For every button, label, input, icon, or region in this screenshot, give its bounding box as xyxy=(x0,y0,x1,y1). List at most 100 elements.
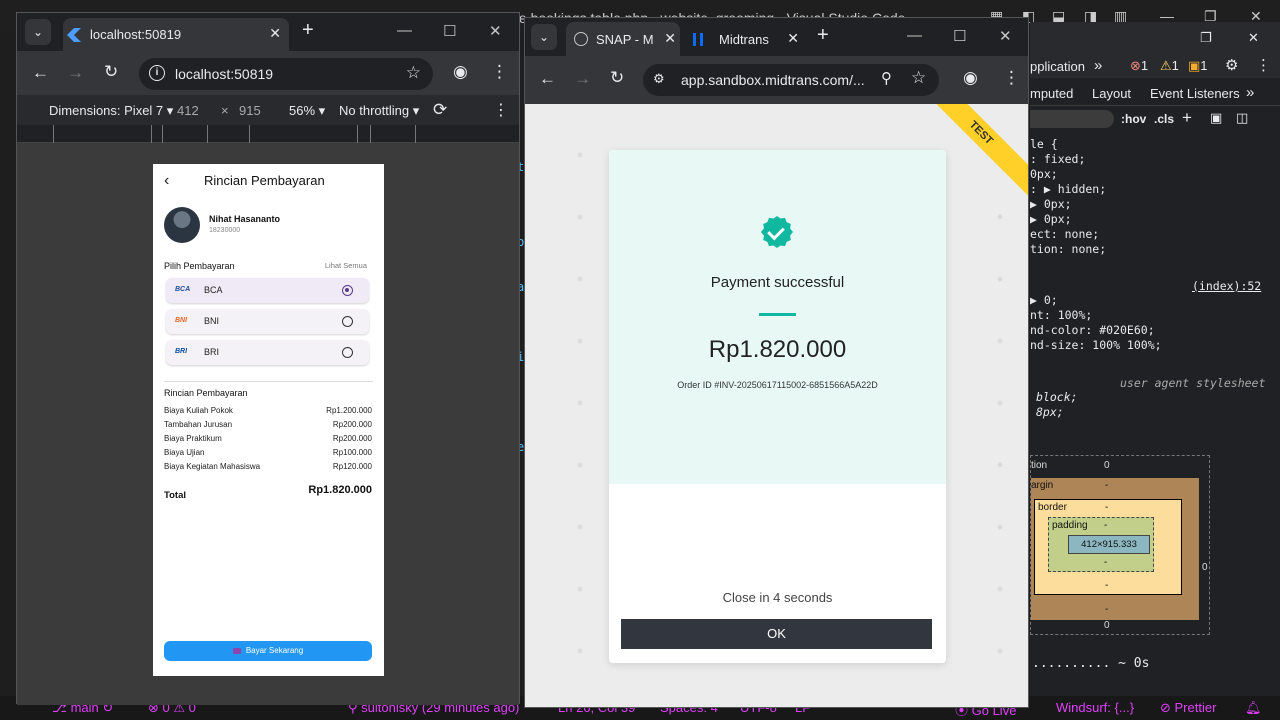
tab-search-icon[interactable]: ⌄ xyxy=(531,24,557,50)
devtools-settings-icon[interactable]: ⚙ xyxy=(1225,56,1238,74)
minimize-icon[interactable]: — xyxy=(397,22,412,39)
maximize-icon[interactable]: ☐ xyxy=(443,22,456,40)
tab-layout[interactable]: Layout xyxy=(1092,86,1131,101)
reload-icon[interactable]: ↻ xyxy=(104,62,118,82)
address-bar[interactable]: i localhost:50819 ☆ xyxy=(139,58,433,90)
emulated-viewport: ‹ Rincian Pembayaran Nihat Hasananto 182… xyxy=(17,143,519,705)
reload-icon[interactable]: ↻ xyxy=(610,68,624,88)
css-line: le { xyxy=(1030,137,1058,151)
more-subtabs-icon[interactable]: » xyxy=(1246,84,1254,101)
close-window-icon[interactable]: ✕ xyxy=(489,22,502,40)
tab-title: Midtrans xyxy=(719,32,769,47)
prettier-status[interactable]: ⊘ Prettier xyxy=(1160,700,1216,716)
throttling-select[interactable]: No throttling ▾ xyxy=(339,103,419,119)
css-line: ▶ 0; xyxy=(1030,293,1058,307)
fee-row: Biaya Kuliah Pokok Rp1.200.000 xyxy=(164,406,372,415)
ua-stylesheet-label: user agent stylesheet xyxy=(1120,376,1266,390)
address-url[interactable]: app.sandbox.midtrans.com/... xyxy=(681,72,865,88)
devtools-minimize-icon[interactable]: ❐ xyxy=(1200,30,1212,46)
forward-icon[interactable]: → xyxy=(574,69,591,89)
zoom-select[interactable]: 56% ▾ xyxy=(289,103,325,119)
address-url[interactable]: localhost:50819 xyxy=(175,66,273,82)
profile-icon[interactable]: ◉ xyxy=(963,68,978,88)
warning-count[interactable]: ⚠1 xyxy=(1160,58,1179,74)
globe-icon xyxy=(574,32,588,46)
radio-unselected[interactable] xyxy=(342,347,353,358)
back-arrow-icon[interactable]: ‹ xyxy=(164,172,169,190)
payment-app-screen: ‹ Rincian Pembayaran Nihat Hasananto 182… xyxy=(153,164,384,676)
maximize-icon[interactable]: ☐ xyxy=(953,27,966,45)
avatar xyxy=(164,207,200,243)
address-bar[interactable]: ⚙ app.sandbox.midtrans.com/... ⚲ ☆ xyxy=(643,64,939,96)
media-query-ruler xyxy=(17,125,519,143)
error-count[interactable]: ⊗1 xyxy=(1130,58,1148,74)
tab-application[interactable]: pplication xyxy=(1030,59,1085,74)
device-more-icon[interactable]: ⋮ xyxy=(493,100,509,120)
fee-row: Biaya Praktikum Rp200.000 xyxy=(164,434,372,443)
menu-kebab-icon[interactable]: ⋮ xyxy=(1003,68,1020,88)
site-settings-icon[interactable]: ⚙ xyxy=(653,71,665,87)
bookmark-star-icon[interactable]: ☆ xyxy=(406,63,421,83)
back-icon[interactable]: ← xyxy=(32,63,49,83)
css-line: 0px; xyxy=(1030,167,1058,181)
minimize-icon[interactable]: — xyxy=(907,27,922,44)
site-info-icon[interactable]: i xyxy=(149,65,165,81)
total-value: Rp1.820.000 xyxy=(308,484,372,496)
tab-close-icon[interactable]: ✕ xyxy=(269,25,281,42)
cls-button[interactable]: .cls xyxy=(1154,112,1174,126)
dimension-times: × xyxy=(221,103,229,118)
device-select[interactable]: Dimensions: Pixel 7 ▾ xyxy=(49,103,173,119)
bank-option-bca[interactable]: BCA BCA xyxy=(166,278,369,303)
bank-option-bri[interactable]: BRI BRI xyxy=(166,340,369,365)
sidebar-icon[interactable]: ◫ xyxy=(1236,110,1248,126)
rotate-icon[interactable]: ⟳ xyxy=(433,100,447,120)
paint-icon[interactable]: ▣ xyxy=(1210,110,1222,126)
notifications-icon[interactable]: 🔔︎ xyxy=(1245,700,1262,716)
tab-snap[interactable]: SNAP - M ✕ xyxy=(566,22,680,56)
styles-subtabs: mputed Layout Event Listeners » xyxy=(1030,78,1280,106)
css-line: block; xyxy=(1036,390,1078,404)
tab-search-icon[interactable]: ⌄ xyxy=(25,19,51,45)
forward-icon[interactable]: → xyxy=(67,63,84,83)
radio-unselected[interactable] xyxy=(342,316,353,327)
bca-logo: BCA xyxy=(175,286,191,293)
zoom-icon[interactable]: ⚲ xyxy=(881,69,892,87)
bm-padding: padding - 412×915.333 - xyxy=(1048,517,1154,572)
flutter-icon xyxy=(67,28,81,42)
new-rule-button[interactable]: + xyxy=(1182,108,1192,128)
radio-selected[interactable] xyxy=(342,285,353,296)
bank-option-bni[interactable]: BNI BNI xyxy=(166,309,369,334)
css-line: tion: none; xyxy=(1030,242,1107,256)
menu-kebab-icon[interactable]: ⋮ xyxy=(491,62,508,82)
pay-now-button[interactable]: Bayar Sekarang xyxy=(164,641,372,661)
tab-localhost[interactable]: localhost:50819 ✕ xyxy=(63,18,289,51)
tab-computed[interactable]: mputed xyxy=(1030,86,1073,101)
hov-button[interactable]: :hov xyxy=(1121,112,1146,126)
windsurf-status[interactable]: Windsurf: {...} xyxy=(1056,700,1134,715)
new-tab-icon[interactable]: + xyxy=(302,19,314,42)
css-line: ▶ 0px; xyxy=(1030,212,1072,226)
bookmark-star-icon[interactable]: ☆ xyxy=(911,68,926,88)
ok-button[interactable]: OK xyxy=(621,619,932,649)
issue-count[interactable]: ▣1 xyxy=(1188,58,1208,74)
new-tab-icon[interactable]: + xyxy=(817,24,829,47)
tab-event-listeners[interactable]: Event Listeners xyxy=(1150,86,1240,101)
more-tabs-icon[interactable]: » xyxy=(1094,57,1102,74)
styles-filter-input[interactable] xyxy=(1030,110,1114,128)
device-width[interactable]: 412 xyxy=(177,103,199,118)
tab-close-icon[interactable]: ✕ xyxy=(664,30,676,47)
tab-midtrans[interactable]: Midtrans ✕ xyxy=(685,22,805,56)
tab-close-icon[interactable]: ✕ xyxy=(787,30,799,47)
devtools-close-icon[interactable]: ✕ xyxy=(1248,30,1259,46)
css-line: 8px; xyxy=(1036,405,1064,419)
profile-icon[interactable]: ◉ xyxy=(453,62,468,82)
devtools-more-icon[interactable]: ⋮ xyxy=(1256,56,1271,74)
close-window-icon[interactable]: ✕ xyxy=(999,27,1012,45)
back-icon[interactable]: ← xyxy=(539,69,556,89)
box-model-diagram: tion 0 argin - border - padding - 412×91… xyxy=(1030,455,1210,635)
see-all-link[interactable]: Lihat Semua xyxy=(325,261,367,270)
bm-position-label: tion xyxy=(1031,460,1048,471)
fee-row: Biaya Ujian Rp100.000 xyxy=(164,448,372,457)
device-height[interactable]: 915 xyxy=(239,103,261,118)
source-link[interactable]: (index):52 xyxy=(1192,279,1261,293)
